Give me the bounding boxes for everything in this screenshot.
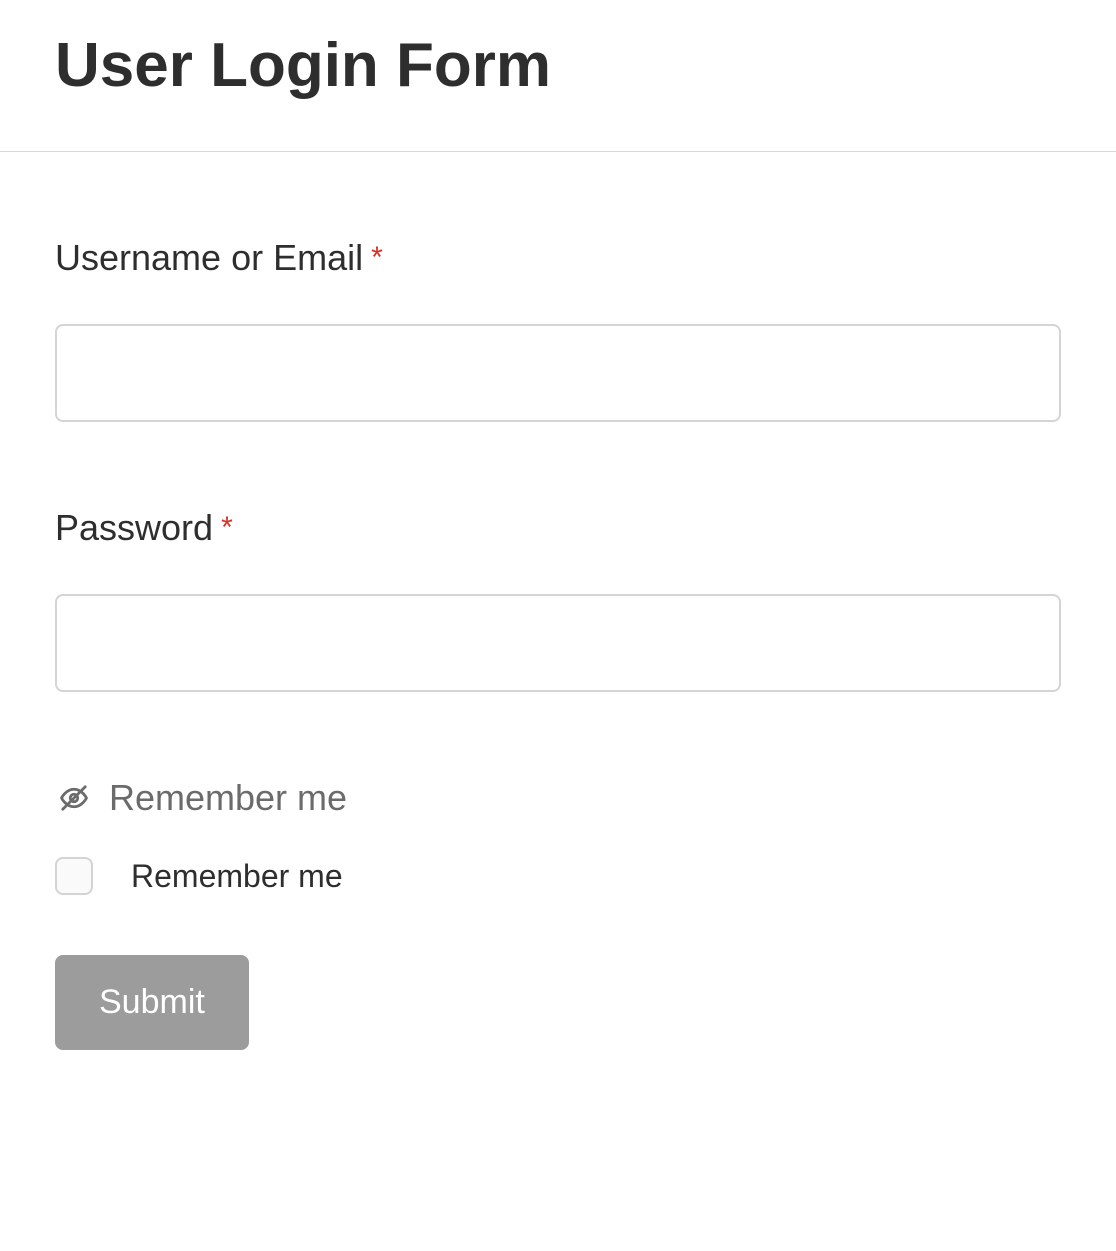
remember-checkbox-label: Remember me	[131, 858, 343, 895]
username-field-group: Username or Email*	[55, 237, 1061, 422]
required-mark: *	[371, 241, 383, 274]
remember-checkbox-row: Remember me	[55, 857, 1061, 895]
eye-slash-icon	[55, 779, 93, 817]
username-label: Username or Email	[55, 237, 363, 279]
password-field-group: Password*	[55, 507, 1061, 692]
password-input[interactable]	[55, 594, 1061, 692]
remember-header: Remember me	[55, 777, 1061, 819]
remember-section: Remember me Remember me	[55, 777, 1061, 895]
submit-button[interactable]: Submit	[55, 955, 249, 1050]
page-title: User Login Form	[55, 30, 1061, 101]
remember-section-title: Remember me	[109, 777, 347, 819]
remember-checkbox[interactable]	[55, 857, 93, 895]
password-label: Password	[55, 507, 213, 549]
required-mark: *	[221, 511, 233, 544]
divider	[0, 151, 1116, 152]
username-input[interactable]	[55, 324, 1061, 422]
